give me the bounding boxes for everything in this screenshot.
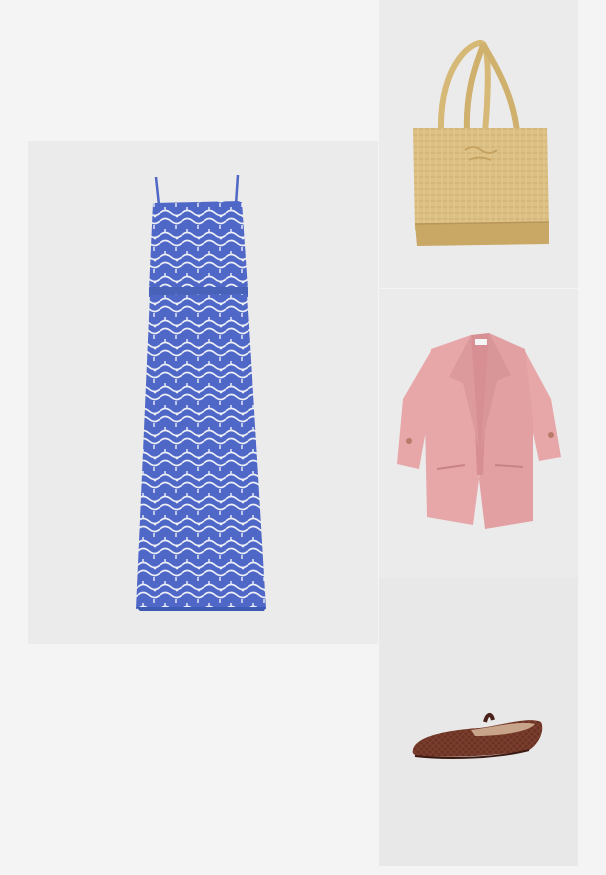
shoe-panel[interactable]	[379, 578, 578, 866]
outfit-collage: { "collage": { "background": "#f4f4f4", …	[0, 0, 606, 875]
dress-panel[interactable]	[28, 141, 378, 644]
dress-image	[136, 174, 266, 611]
blazer-image	[397, 333, 561, 529]
ballet-flat-image	[412, 713, 543, 759]
straw-tote-bag-image	[413, 40, 550, 246]
bag-panel[interactable]	[379, 0, 578, 288]
jacket-panel[interactable]	[379, 289, 578, 578]
